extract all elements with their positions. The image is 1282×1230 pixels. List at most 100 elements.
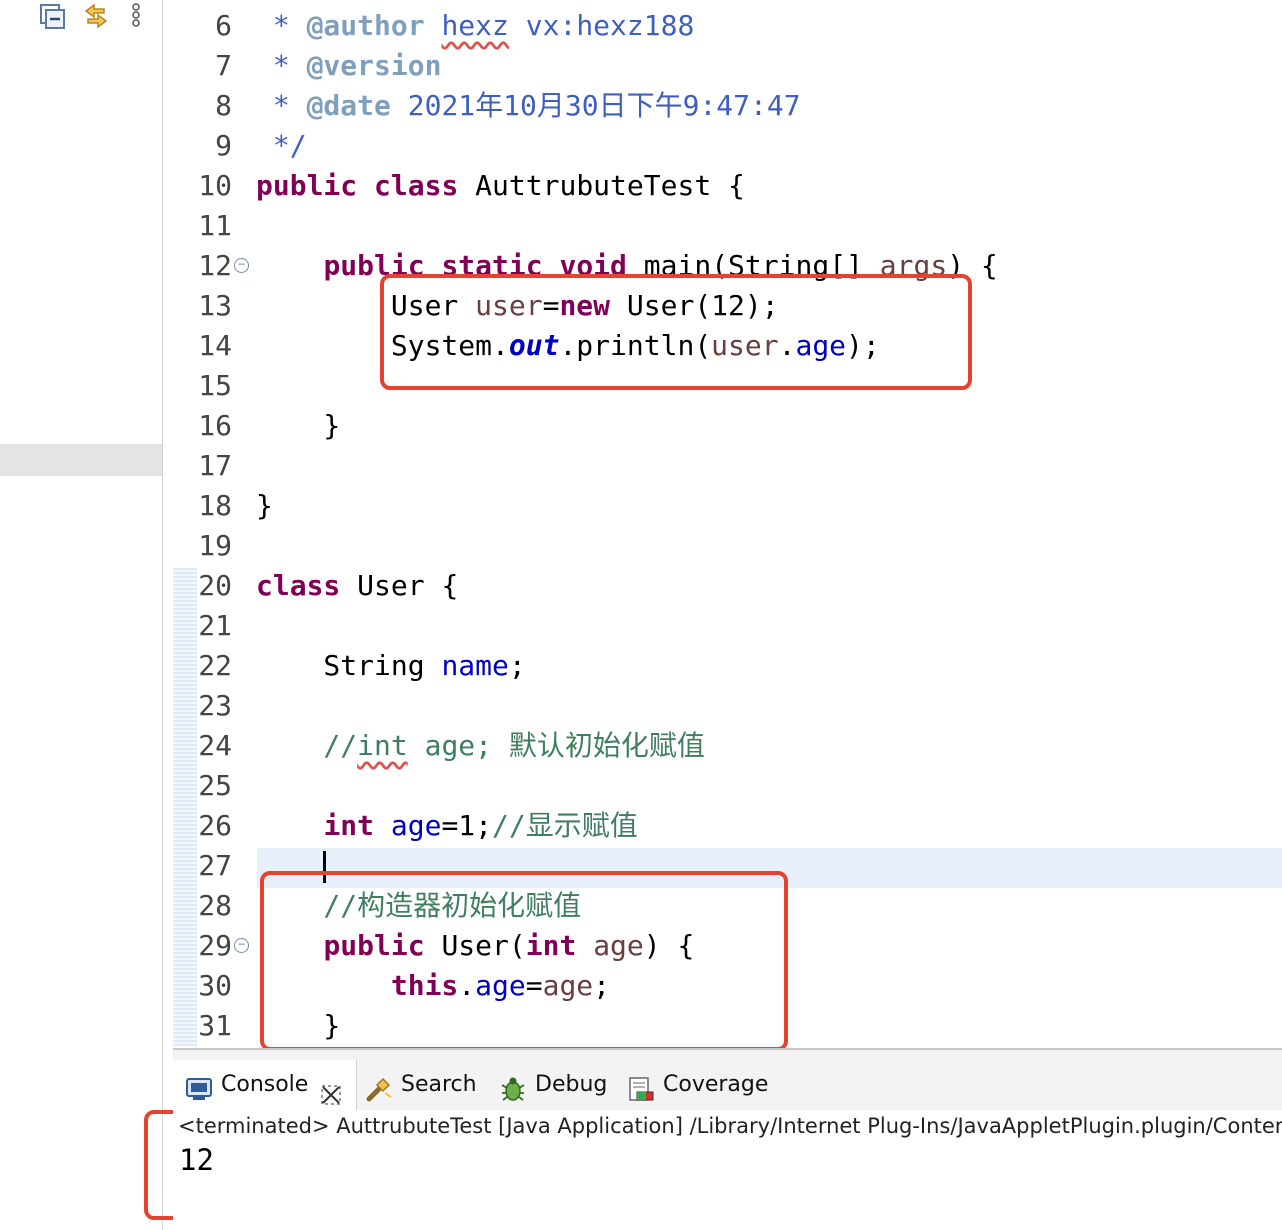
line-number: 9: [215, 129, 232, 162]
line-number: 23: [198, 689, 232, 722]
tab-label: Coverage: [663, 1072, 769, 1097]
tab-coverage[interactable]: Coverage: [627, 1060, 768, 1110]
code-text: public class AuttrubuteTest {: [256, 166, 745, 206]
line-number: 14: [198, 329, 232, 362]
debug-bug-icon: [499, 1071, 527, 1101]
line-number: 10: [198, 169, 232, 202]
line-number: 12: [198, 249, 232, 282]
code-line[interactable]: 24 //int age; 默认初始化赋值: [162, 726, 1282, 766]
highlight-box-main-code: [380, 274, 972, 390]
code-line[interactable]: 18}: [162, 486, 1282, 526]
code-token: vx:hexz188: [508, 9, 695, 42]
code-line[interactable]: 6 * @author hexz vx:hexz188: [162, 6, 1282, 46]
code-text: * @author hexz vx:hexz188: [256, 6, 694, 46]
code-token: //: [256, 729, 358, 762]
code-line[interactable]: 7 * @version: [162, 46, 1282, 86]
left-pane: [0, 0, 163, 1230]
code-token: }: [256, 489, 273, 522]
code-line[interactable]: 22 String name;: [162, 646, 1282, 686]
line-number: 7: [215, 49, 232, 82]
line-number: 22: [198, 649, 232, 682]
code-token: age: [390, 809, 442, 842]
code-token: *: [256, 89, 307, 122]
code-token: String: [256, 649, 442, 682]
line-number: 6: [215, 9, 232, 42]
code-token: =1;: [441, 809, 493, 842]
code-token: hexz: [441, 9, 509, 42]
code-line[interactable]: 17: [162, 446, 1282, 486]
bottom-panel-tabs: Console Search Debug Coverage: [173, 1060, 1282, 1110]
code-text: class User {: [256, 566, 458, 606]
highlight-box-constructor: [260, 871, 788, 1051]
line-number: 21: [198, 609, 232, 642]
line-number: 28: [198, 889, 232, 922]
line-number: 25: [198, 769, 232, 802]
code-token: class: [374, 169, 459, 202]
line-number: 19: [198, 529, 232, 562]
line-number: 15: [198, 369, 232, 402]
line-number: 18: [198, 489, 232, 522]
code-line[interactable]: 8 * @date 2021年10月30日下午9:47:47: [162, 86, 1282, 126]
code-line[interactable]: 19: [162, 526, 1282, 566]
line-number: 11: [198, 209, 232, 242]
line-number: 24: [198, 729, 232, 762]
line-number: 30: [198, 969, 232, 1002]
code-line[interactable]: 21: [162, 606, 1282, 646]
close-icon[interactable]: [320, 1074, 342, 1105]
code-token: name: [441, 649, 509, 682]
code-line[interactable]: 11: [162, 206, 1282, 246]
code-text: String name;: [256, 646, 526, 686]
code-token: @version: [306, 49, 442, 82]
code-text: int age=1;//显示赋值: [256, 806, 637, 846]
code-text: //int age; 默认初始化赋值: [256, 726, 705, 766]
code-token: AuttrubuteTest {: [458, 169, 745, 202]
line-number: 13: [198, 289, 232, 322]
code-text: * @date 2021年10月30日下午9:47:47: [256, 86, 801, 126]
code-token: ;: [508, 649, 526, 682]
code-line[interactable]: 16 }: [162, 406, 1282, 446]
code-token: *: [256, 9, 307, 42]
code-text: */: [256, 126, 307, 166]
coverage-icon: [627, 1071, 655, 1101]
code-token: User {: [340, 569, 459, 602]
console-icon: [185, 1071, 213, 1100]
fold-toggle-icon[interactable]: −: [234, 258, 249, 273]
code-token: *: [256, 49, 307, 82]
line-number: 31: [198, 1009, 232, 1042]
code-line[interactable]: 26 int age=1;//显示赋值: [162, 806, 1282, 846]
code-line[interactable]: 9 */: [162, 126, 1282, 166]
code-token: int: [323, 809, 375, 842]
code-token: age; 默认初始化赋值: [407, 729, 705, 762]
line-number: 17: [198, 449, 232, 482]
code-token: }: [256, 409, 341, 442]
selected-tree-row[interactable]: [0, 444, 162, 476]
tab-label: Console: [221, 1072, 309, 1097]
code-token: class: [256, 569, 341, 602]
console-view[interactable]: <terminated> AuttrubuteTest [Java Applic…: [173, 1110, 1282, 1230]
line-number: 16: [198, 409, 232, 442]
code-token: @author: [306, 9, 425, 42]
code-token: */: [256, 129, 307, 162]
tab-debug[interactable]: Debug: [499, 1060, 607, 1110]
tab-search[interactable]: Search: [365, 1060, 477, 1110]
tab-console[interactable]: Console: [173, 1060, 357, 1110]
code-line[interactable]: 23: [162, 686, 1282, 726]
code-line[interactable]: 20 class User {: [162, 566, 1282, 606]
code-line[interactable]: 25: [162, 766, 1282, 806]
view-menu-icon[interactable]: [128, 2, 144, 30]
link-with-editor-icon[interactable]: [82, 2, 110, 30]
code-text: }: [256, 486, 273, 526]
console-status-line: <terminated> AuttrubuteTest [Java Applic…: [178, 1114, 1282, 1138]
fold-toggle-icon[interactable]: −: [234, 938, 249, 953]
line-number: 29: [198, 929, 232, 962]
code-token: public: [256, 169, 358, 202]
code-text: }: [256, 406, 340, 446]
collapse-all-icon[interactable]: [38, 2, 66, 30]
code-line[interactable]: 10 public class AuttrubuteTest {: [162, 166, 1282, 206]
code-text: * @version: [256, 46, 442, 86]
